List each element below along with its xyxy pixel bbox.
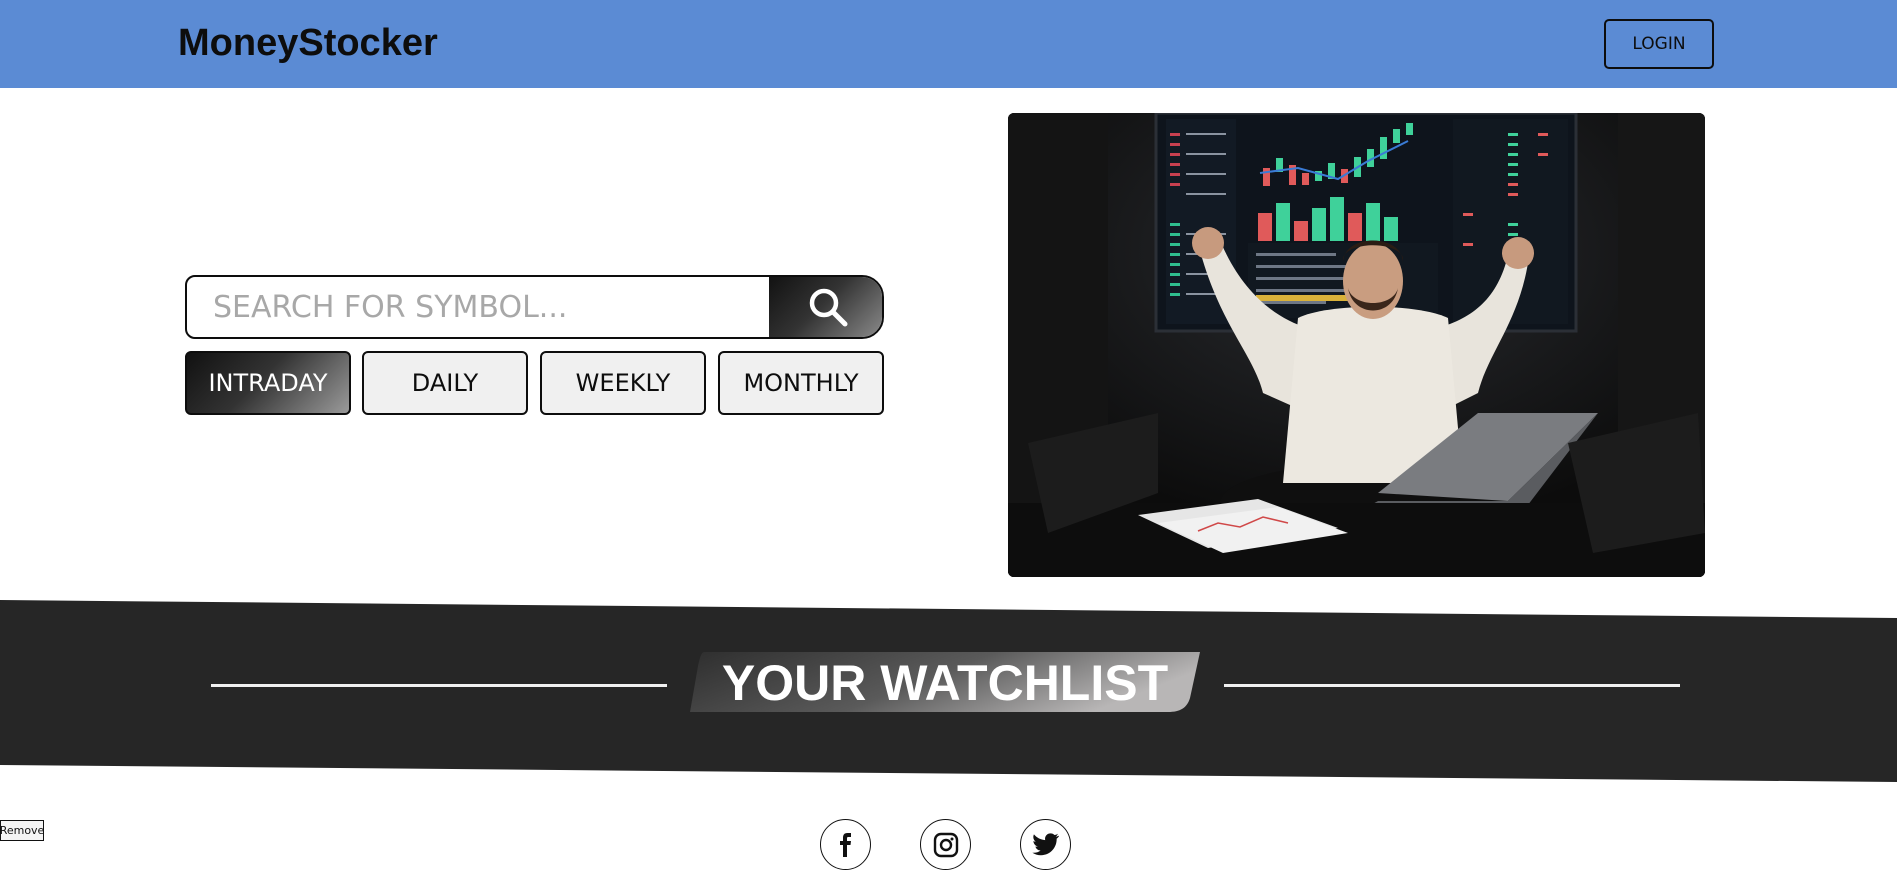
remove-button[interactable]: Remove bbox=[0, 820, 44, 841]
search-icon bbox=[809, 288, 847, 327]
intraday-button[interactable]: INTRADAY bbox=[185, 351, 351, 415]
twitter-icon bbox=[1031, 832, 1059, 855]
hero-photo bbox=[1008, 113, 1705, 577]
weekly-button[interactable]: WEEKLY bbox=[540, 351, 706, 415]
watchlist-divider-left bbox=[211, 684, 667, 687]
watchlist-divider-right bbox=[1224, 684, 1680, 687]
page: MoneyStocker LOGIN INTRADAY DAILY WEEKLY… bbox=[0, 0, 1897, 884]
instagram-link[interactable] bbox=[920, 819, 971, 870]
brand-logo[interactable]: MoneyStocker bbox=[178, 22, 438, 65]
monthly-button[interactable]: MONTHLY bbox=[718, 351, 884, 415]
search-button[interactable] bbox=[769, 277, 882, 337]
watchlist-heading: YOUR WATCHLIST bbox=[690, 652, 1200, 714]
facebook-link[interactable] bbox=[820, 819, 871, 870]
top-navbar: MoneyStocker LOGIN bbox=[0, 0, 1897, 88]
facebook-icon bbox=[839, 832, 851, 857]
twitter-link[interactable] bbox=[1020, 819, 1071, 870]
hero-illustration bbox=[1008, 113, 1705, 577]
watchlist-title: YOUR WATCHLIST bbox=[721, 655, 1169, 711]
login-button[interactable]: LOGIN bbox=[1604, 19, 1714, 69]
instagram-icon bbox=[933, 832, 958, 857]
search-input[interactable] bbox=[187, 277, 769, 337]
daily-button[interactable]: DAILY bbox=[362, 351, 528, 415]
search-bar bbox=[185, 275, 884, 339]
